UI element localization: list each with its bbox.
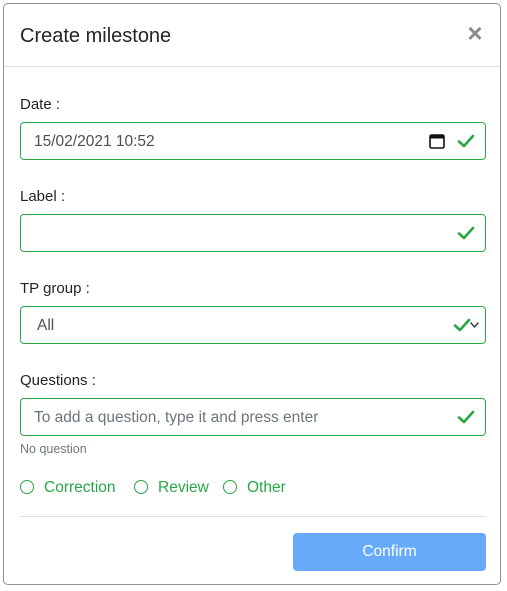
tp-group-label: TP group :	[20, 280, 90, 297]
date-value: 15/02/2021 10:52	[34, 133, 155, 150]
dialog-header: Create milestone ×	[4, 4, 500, 67]
radio-label[interactable]: Other	[247, 479, 286, 497]
check-icon	[457, 134, 475, 148]
label-input[interactable]	[20, 214, 486, 252]
create-milestone-dialog: Create milestone × Date : 15/02/2021 10:…	[3, 3, 501, 585]
radio-label[interactable]: Correction	[44, 479, 116, 497]
check-icon	[457, 226, 475, 240]
dialog-title: Create milestone	[20, 25, 172, 47]
close-button[interactable]: ×	[464, 20, 486, 46]
radio-button[interactable]	[20, 480, 34, 494]
radio-label[interactable]: Review	[158, 479, 209, 497]
tp-group-value: All	[37, 317, 55, 334]
chevron-down-icon	[470, 322, 479, 328]
close-icon: ×	[467, 18, 483, 48]
radio-button[interactable]	[223, 480, 237, 494]
confirm-button[interactable]: Confirm	[293, 533, 486, 571]
label-label: Label :	[20, 188, 66, 205]
date-input[interactable]: 15/02/2021 10:52	[20, 122, 486, 160]
calendar-icon[interactable]	[429, 133, 445, 149]
questions-input[interactable]: To add a question, type it and press ent…	[20, 398, 486, 436]
check-icon	[453, 318, 471, 332]
footer-divider	[20, 516, 486, 517]
radio-button[interactable]	[134, 480, 148, 494]
date-label: Date :	[20, 96, 61, 113]
tp-group-select[interactable]: All	[20, 306, 486, 344]
questions-placeholder: To add a question, type it and press ent…	[34, 409, 319, 426]
check-icon	[457, 410, 475, 424]
questions-help-text: No question	[20, 442, 87, 456]
questions-label: Questions :	[20, 372, 96, 389]
